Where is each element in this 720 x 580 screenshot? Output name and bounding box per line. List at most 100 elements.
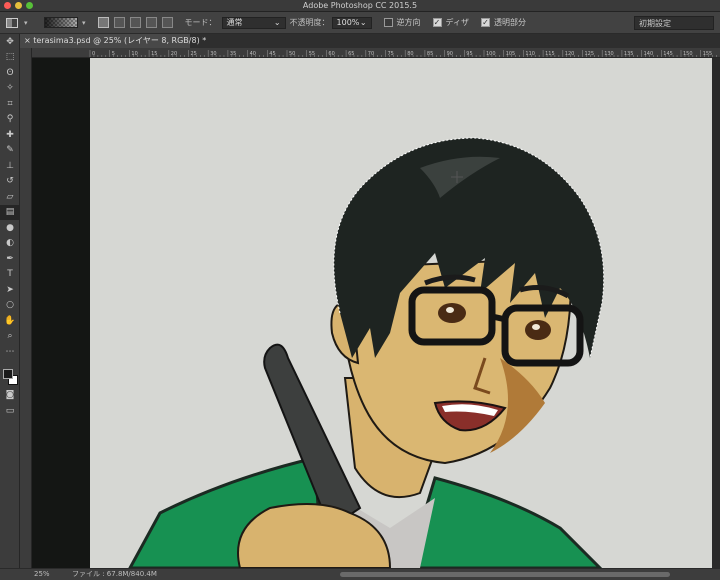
options-bar: ▾ ▾ モード： 通常 ⌄ 不透明度： 100% ⌄ 逆方向 ✓ ディザ ✓ 透… [0, 12, 720, 34]
type-icon[interactable]: T [0, 267, 20, 283]
history-brush-icon[interactable]: ↺ [0, 174, 20, 190]
ruler-label: 115 [545, 51, 555, 57]
toolbox: ✥ ⬚ ʘ ✧ ⌗ ⚲ ✚ ✎ ⊥ ↺ ▱ ▤ ● ◐ ✒ T ➤ ○ ✋ ⌕ ⋯ ◙ ▭ [0, 34, 20, 568]
hand-shape [237, 503, 392, 568]
blur-icon[interactable]: ● [0, 220, 20, 236]
close-tab-icon[interactable]: × [24, 36, 33, 45]
path-selection-icon[interactable]: ➤ [0, 282, 20, 298]
ruler-label: 85 [427, 51, 433, 57]
ruler-label: 80 [407, 51, 413, 57]
reverse-label: 逆方向 [396, 18, 421, 27]
linear-gradient-button[interactable] [97, 17, 109, 28]
ruler-label: 150 [683, 51, 693, 57]
ruler-label: 145 [663, 51, 673, 57]
ruler-label: 70 [368, 51, 374, 57]
gradient-editor-swatch[interactable] [44, 17, 78, 28]
ruler-label: 135 [624, 51, 634, 57]
horizontal-ruler[interactable]: 0 5 10 15 20 25 30 35 40 45 50 55 60 65 70 75 80 85 90 95 10… [32, 48, 720, 58]
pen-icon[interactable]: ✒ [0, 251, 20, 267]
diamond-gradient-button[interactable] [161, 17, 173, 28]
document-tab-label: terasima3.psd @ 25% (レイヤー 8, RGB/8) * [33, 36, 207, 45]
foreground-color-swatch[interactable] [3, 368, 13, 379]
reflected-gradient-button[interactable] [145, 17, 157, 28]
opacity-value: 100% [336, 18, 360, 27]
workspace-value: 初期設定 [639, 19, 671, 28]
brush-icon[interactable]: ✎ [0, 143, 20, 159]
mode-label: モード： [184, 18, 217, 27]
transparency-label: 透明部分 [493, 18, 526, 27]
blend-mode-value: 通常 [226, 18, 243, 27]
right-eye [525, 320, 551, 340]
ruler-label: 155 [703, 51, 713, 57]
left-eye [438, 303, 466, 323]
transparency-checkbox[interactable]: ✓ [480, 18, 490, 27]
dodge-icon[interactable]: ◐ [0, 236, 20, 252]
ruler-label: 10 [131, 51, 137, 57]
reverse-checkbox[interactable] [383, 18, 393, 27]
opacity-label: 不透明度： [289, 18, 330, 27]
magic-wand-icon[interactable]: ✧ [0, 81, 20, 97]
vertical-scrollbar[interactable] [712, 58, 720, 568]
eyedropper-icon[interactable]: ⚲ [0, 112, 20, 128]
marquee-icon[interactable]: ⬚ [0, 50, 20, 66]
ruler-label: 140 [644, 51, 654, 57]
gradient-icon[interactable]: ▤ [0, 204, 20, 220]
chevron-down-icon: ▾ [24, 18, 28, 27]
chevron-down-icon: ⌄ [359, 18, 367, 27]
eraser-icon[interactable]: ▱ [0, 189, 20, 205]
ruler-label: 120 [565, 51, 575, 57]
move-icon[interactable]: ✥ [0, 34, 20, 50]
title-bar: Adobe Photoshop CC 2015.5 [0, 0, 720, 12]
hand-icon[interactable]: ✋ [0, 313, 20, 329]
opacity-field[interactable]: 100% ⌄ [331, 16, 372, 29]
ruler-label: 5 [112, 51, 115, 57]
screen-mode-icon[interactable]: ▭ [0, 403, 20, 419]
ruler-label: 90 [447, 51, 453, 57]
healing-brush-icon[interactable]: ✚ [0, 127, 20, 143]
ruler-label: 45 [269, 51, 275, 57]
dither-checkbox[interactable]: ✓ [432, 18, 442, 27]
blend-mode-select[interactable]: 通常 ⌄ [221, 16, 286, 29]
artwork-illustration [128, 137, 605, 568]
status-bar: 25% ファイル : 67.8M/840.4M [0, 568, 720, 580]
ruler-label: 105 [506, 51, 516, 57]
quick-mask-icon[interactable]: ◙ [0, 388, 20, 404]
ruler-label: 25 [191, 51, 197, 57]
document-canvas[interactable] [90, 58, 712, 568]
ruler-label: 125 [585, 51, 595, 57]
ruler-label: 75 [388, 51, 394, 57]
window-title: Adobe Photoshop CC 2015.5 [302, 1, 418, 10]
color-swatches[interactable] [0, 366, 20, 388]
clone-stamp-icon[interactable]: ⊥ [0, 158, 20, 174]
ruler-label: 20 [171, 51, 177, 57]
ruler-label: 40 [250, 51, 256, 57]
ruler-label: 0 [92, 51, 95, 57]
file-size-info[interactable]: ファイル : 67.8M/840.4M [72, 569, 157, 580]
ruler-label: 55 [309, 51, 315, 57]
ruler-label: 35 [230, 51, 236, 57]
radial-gradient-button[interactable] [113, 17, 125, 28]
ruler-label: 30 [210, 51, 216, 57]
lasso-icon[interactable]: ʘ [0, 65, 20, 81]
gradient-tool-icon [6, 17, 18, 28]
workspace-select[interactable]: 初期設定 [634, 16, 714, 30]
chevron-down-icon: ⌄ [273, 18, 281, 27]
ruler-label: 110 [525, 51, 535, 57]
horizontal-scrollbar[interactable] [340, 572, 670, 577]
more-tools-icon[interactable]: ⋯ [0, 344, 20, 360]
crop-icon[interactable]: ⌗ [0, 96, 20, 112]
zoom-level[interactable]: 25% [34, 569, 50, 580]
ruler-label: 130 [604, 51, 614, 57]
ruler-label: 60 [328, 51, 334, 57]
ruler-ticks: 0 5 10 15 20 25 30 35 40 45 50 55 60 65 70 75 80 85 90 95 10… [89, 50, 717, 57]
zoom-icon[interactable]: ⌕ [0, 329, 20, 345]
ruler-label: 95 [466, 51, 472, 57]
document-tab[interactable]: × terasima3.psd @ 25% (レイヤー 8, RGB/8) * [20, 34, 206, 48]
angle-gradient-button[interactable] [129, 17, 141, 28]
ruler-label: 65 [348, 51, 354, 57]
vertical-ruler[interactable] [20, 48, 32, 568]
ruler-label: 100 [486, 51, 496, 57]
tool-preset-picker[interactable]: ▾ [6, 15, 32, 31]
gradient-picker-chevron-icon[interactable]: ▾ [82, 19, 86, 27]
ellipse-icon[interactable]: ○ [0, 298, 20, 314]
